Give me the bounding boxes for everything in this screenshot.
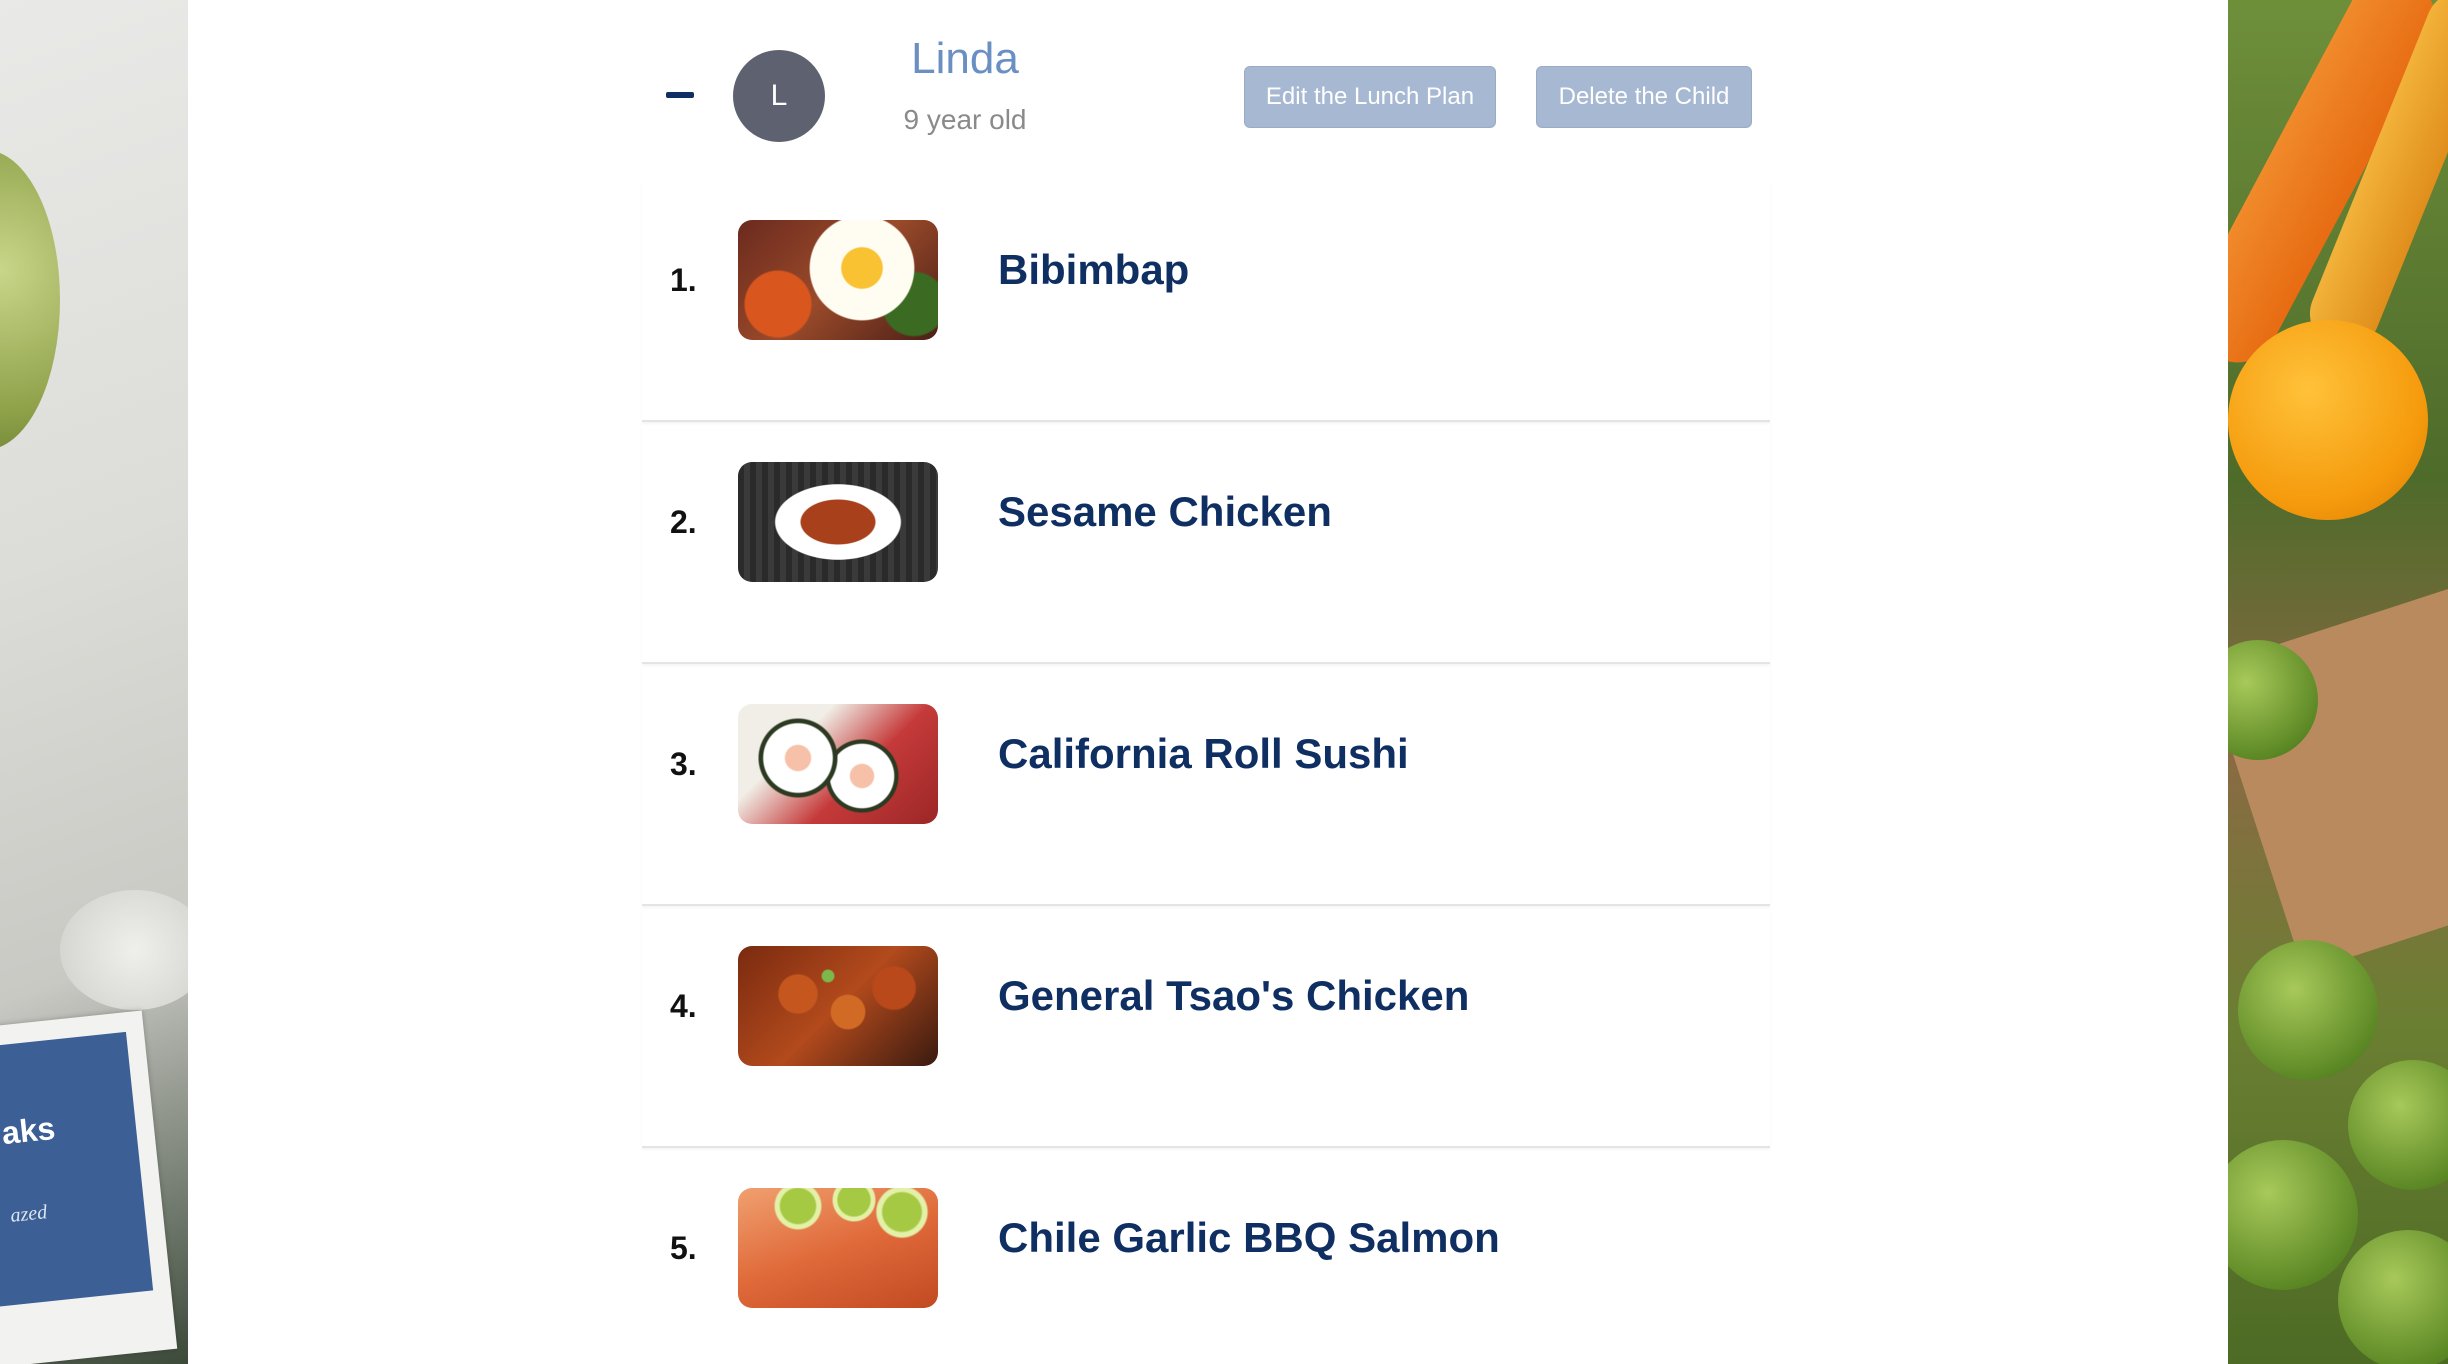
chile-garlic-bbq-salmon-image [738,1188,938,1308]
meal-number: 3. [670,746,697,782]
meal-name-link[interactable]: General Tsao's Chicken [998,972,1469,1020]
child-age: 9 year old [903,104,1027,135]
meal-item: 1. Bibimbap [642,180,1770,422]
meal-name-link[interactable]: Chile Garlic BBQ Salmon [998,1214,1500,1262]
minus-icon [666,92,694,98]
child-name: Linda [911,34,1019,83]
meal-name-link[interactable]: Bibimbap [998,246,1189,294]
meal-name-link[interactable]: Sesame Chicken [998,488,1332,536]
sprout-decoration [2348,1060,2448,1190]
delete-child-button[interactable]: Delete the Child [1536,66,1752,128]
avatar: L [733,50,825,142]
sesame-chicken-image [738,462,938,582]
meal-list: 1. Bibimbap 2. Sesame Chicken 3. Califor… [642,180,1770,1364]
meal-item: 4. General Tsao's Chicken [642,906,1770,1148]
avatar-initial: L [770,79,788,112]
background-image-left: aks azed [0,0,188,1364]
meal-number: 4. [670,988,697,1024]
orange-decoration [2228,320,2428,520]
meal-item: 2. Sesame Chicken [642,422,1770,664]
bibimbap-image [738,220,938,340]
sprout-decoration [2338,1230,2448,1364]
main-content: L Linda 9 year old Edit the Lunch Plan D… [188,0,2228,1364]
background-image-right [2228,0,2448,1364]
recipe-card: aks azed [0,1031,154,1309]
meal-name-link[interactable]: California Roll Sushi [998,730,1409,778]
edit-lunch-plan-button[interactable]: Edit the Lunch Plan [1244,66,1496,128]
meal-number: 5. [670,1230,697,1266]
recipe-card-text: aks [0,1109,57,1152]
california-roll-sushi-image [738,704,938,824]
meal-item: 3. California Roll Sushi [642,664,1770,906]
sprout-decoration [2228,1140,2358,1290]
collapse-toggle[interactable] [660,82,704,110]
vegetable-decoration [0,150,60,450]
plate-decoration [60,890,188,1010]
general-tsaos-chicken-image [738,946,938,1066]
sprout-decoration [2238,940,2378,1080]
meal-item: 5. Chile Garlic BBQ Salmon [642,1148,1770,1364]
page: aks azed L Linda 9 year old Edit the Lun… [0,0,2448,1364]
recipe-card-subtext: azed [9,1201,49,1227]
child-header: L Linda 9 year old Edit the Lunch Plan D… [188,0,2228,180]
meal-number: 2. [670,504,697,540]
meal-number: 1. [670,262,697,298]
